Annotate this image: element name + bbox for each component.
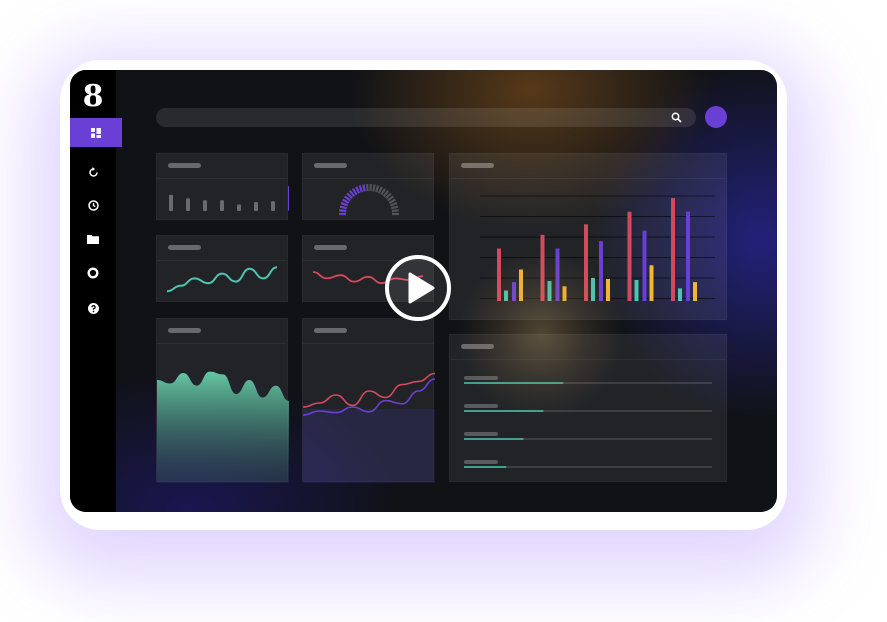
- area-fill: [157, 371, 289, 483]
- sidebar-item-folder[interactable]: [70, 229, 116, 249]
- card-two-lines: [302, 318, 435, 483]
- gauge-tick: [355, 186, 361, 194]
- gauge-tick: [375, 185, 380, 193]
- card-gauge: [302, 153, 434, 220]
- mini-bar: [288, 185, 289, 211]
- circle-icon: [87, 267, 99, 279]
- folder-icon: [87, 235, 99, 244]
- sidebar-item-clock[interactable]: [70, 195, 116, 215]
- gauge-tick: [388, 198, 396, 204]
- area-chart: [157, 371, 289, 483]
- card-mini-bars: [156, 153, 289, 220]
- bar: [678, 288, 682, 301]
- gauge-tick: [372, 184, 376, 192]
- progress-label-placeholder: [464, 432, 498, 436]
- search-bar[interactable]: [156, 108, 696, 127]
- avatar[interactable]: [705, 106, 727, 128]
- app-logo[interactable]: 8: [70, 82, 116, 112]
- series-line: [303, 372, 435, 408]
- gauge-tick: [389, 201, 398, 207]
- mini-bar: [237, 204, 241, 211]
- gauge-tick: [340, 201, 349, 207]
- gauge-chart: [339, 183, 399, 216]
- gauge-tick: [391, 209, 399, 213]
- two-line-chart: [303, 372, 435, 483]
- card-area: [156, 318, 289, 483]
- mini-bar: [186, 198, 190, 211]
- sidebar-item-help[interactable]: [70, 298, 116, 318]
- help-icon: [87, 302, 99, 314]
- clock-icon: [87, 199, 99, 211]
- bar: [634, 280, 639, 301]
- card-teal-line: [156, 235, 288, 302]
- gauge-tick: [342, 198, 350, 204]
- bar: [686, 211, 690, 301]
- gauge-tick: [339, 209, 347, 213]
- play-button[interactable]: [385, 255, 451, 321]
- bar: [693, 282, 697, 301]
- gauge-tick: [339, 205, 347, 210]
- gauge-tick: [377, 186, 383, 194]
- dashboard-icon: [91, 127, 101, 138]
- mini-bar: [203, 200, 207, 211]
- gauge-tick: [391, 205, 399, 210]
- sidebar-item-circle[interactable]: [70, 263, 116, 283]
- bar: [671, 198, 675, 301]
- area-band: [303, 409, 435, 483]
- teal-line: [166, 266, 278, 293]
- teal-line-chart: [166, 266, 278, 293]
- gauge-tick: [362, 184, 366, 192]
- play-glow: [456, 250, 626, 420]
- bar: [642, 230, 647, 301]
- progress-label-placeholder: [464, 460, 498, 464]
- gauge-tick: [358, 185, 363, 193]
- mini-bar: [254, 202, 258, 211]
- sidebar: 8: [70, 70, 122, 512]
- mini-bar: [169, 194, 173, 211]
- bar: [649, 265, 654, 301]
- refresh-icon: [88, 166, 98, 177]
- app-window: 8: [70, 70, 777, 512]
- mini-bar: [271, 201, 275, 211]
- sidebar-item-dashboard[interactable]: [70, 118, 122, 147]
- mini-bar: [220, 200, 224, 211]
- sidebar-item-refresh[interactable]: [70, 162, 116, 182]
- mini-bar-chart: [169, 185, 289, 211]
- bar: [627, 211, 632, 301]
- play-icon: [408, 272, 435, 304]
- search-icon[interactable]: [671, 112, 682, 123]
